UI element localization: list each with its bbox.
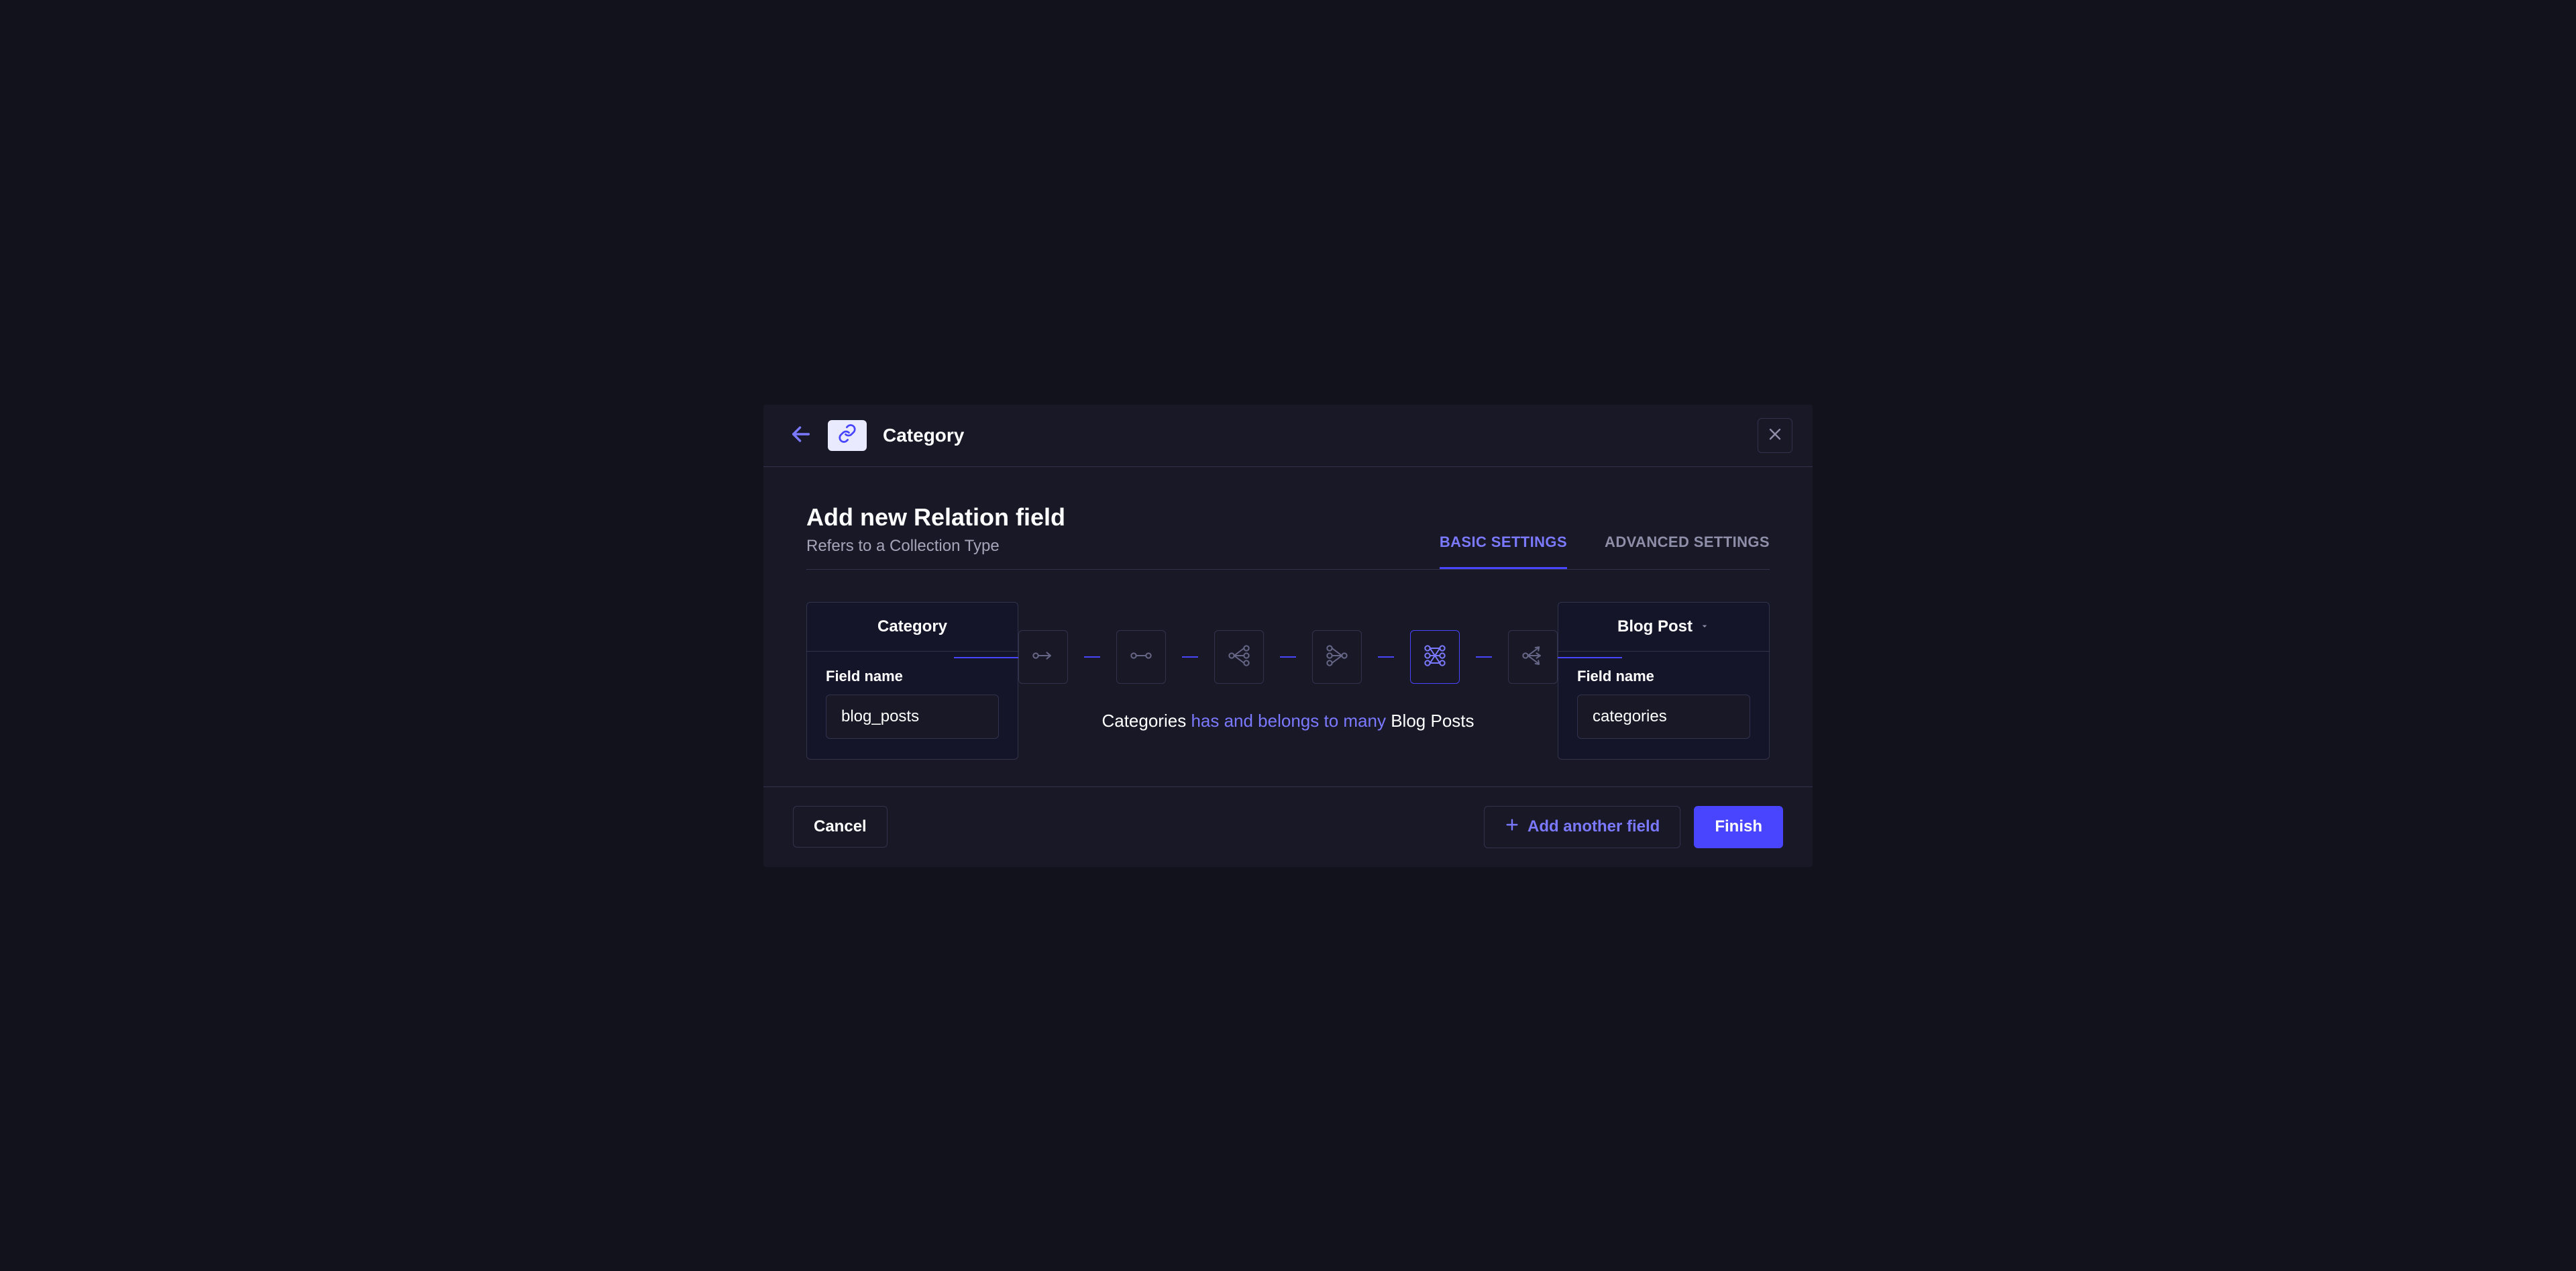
target-card-title: Blog Post xyxy=(1617,617,1693,636)
relation-configurator: Category Field name xyxy=(806,602,1770,760)
dialog-header: Category xyxy=(763,405,1813,467)
relation-sentence-mid: has and belongs to many xyxy=(1191,711,1386,731)
relation-many-to-many[interactable] xyxy=(1410,630,1460,684)
plus-icon xyxy=(1505,817,1519,837)
many-way-icon xyxy=(1518,641,1548,672)
relation-one-to-one[interactable] xyxy=(1116,630,1166,684)
relation-one-to-many[interactable] xyxy=(1214,630,1264,684)
section-header: Add new Relation field Refers to a Colle… xyxy=(806,503,1770,570)
relation-one-way[interactable] xyxy=(1018,630,1068,684)
one-way-icon xyxy=(1028,641,1058,672)
relation-sentence: Categories has and belongs to many Blog … xyxy=(1102,711,1474,731)
relation-many-way[interactable] xyxy=(1508,630,1558,684)
cancel-button[interactable]: Cancel xyxy=(793,806,888,848)
one-to-many-icon xyxy=(1224,641,1254,672)
source-field-label: Field name xyxy=(826,668,999,685)
dialog-body: Add new Relation field Refers to a Colle… xyxy=(763,467,1813,786)
dialog-footer: Cancel Add another field Finish xyxy=(763,786,1813,867)
relation-field-dialog: Category Add new Relation field Refers t… xyxy=(763,405,1813,867)
source-card: Category Field name xyxy=(806,602,1018,760)
relation-sentence-right: Blog Posts xyxy=(1391,711,1474,731)
settings-tabs: BASIC SETTINGS ADVANCED SETTINGS xyxy=(1440,533,1770,569)
close-button[interactable] xyxy=(1758,418,1792,453)
source-field-input[interactable] xyxy=(826,695,999,739)
relation-sentence-left: Categories xyxy=(1102,711,1186,731)
caret-down-icon xyxy=(1699,617,1710,636)
section-title: Add new Relation field xyxy=(806,503,1065,531)
source-card-title: Category xyxy=(807,603,1018,652)
one-to-one-icon xyxy=(1126,641,1156,672)
tab-advanced-settings[interactable]: ADVANCED SETTINGS xyxy=(1605,533,1770,569)
close-icon xyxy=(1767,426,1783,444)
target-field-label: Field name xyxy=(1577,668,1750,685)
section-subtitle: Refers to a Collection Type xyxy=(806,537,1065,556)
add-another-field-button[interactable]: Add another field xyxy=(1484,806,1680,848)
many-to-many-icon xyxy=(1420,641,1450,672)
target-field-input[interactable] xyxy=(1577,695,1750,739)
target-card: Blog Post Field name xyxy=(1558,602,1770,760)
relation-icon xyxy=(837,423,857,447)
tab-basic-settings[interactable]: BASIC SETTINGS xyxy=(1440,533,1567,569)
many-to-one-icon xyxy=(1322,641,1352,672)
target-select[interactable]: Blog Post xyxy=(1558,603,1769,652)
arrow-left-icon xyxy=(790,423,812,448)
back-button[interactable] xyxy=(790,425,812,446)
relation-many-to-one[interactable] xyxy=(1312,630,1362,684)
relation-type-picker: Categories has and belongs to many Blog … xyxy=(1018,602,1558,760)
add-another-field-label: Add another field xyxy=(1527,817,1660,836)
dialog-title: Category xyxy=(883,425,1741,446)
relation-type-badge xyxy=(828,420,867,451)
finish-button[interactable]: Finish xyxy=(1694,806,1783,848)
